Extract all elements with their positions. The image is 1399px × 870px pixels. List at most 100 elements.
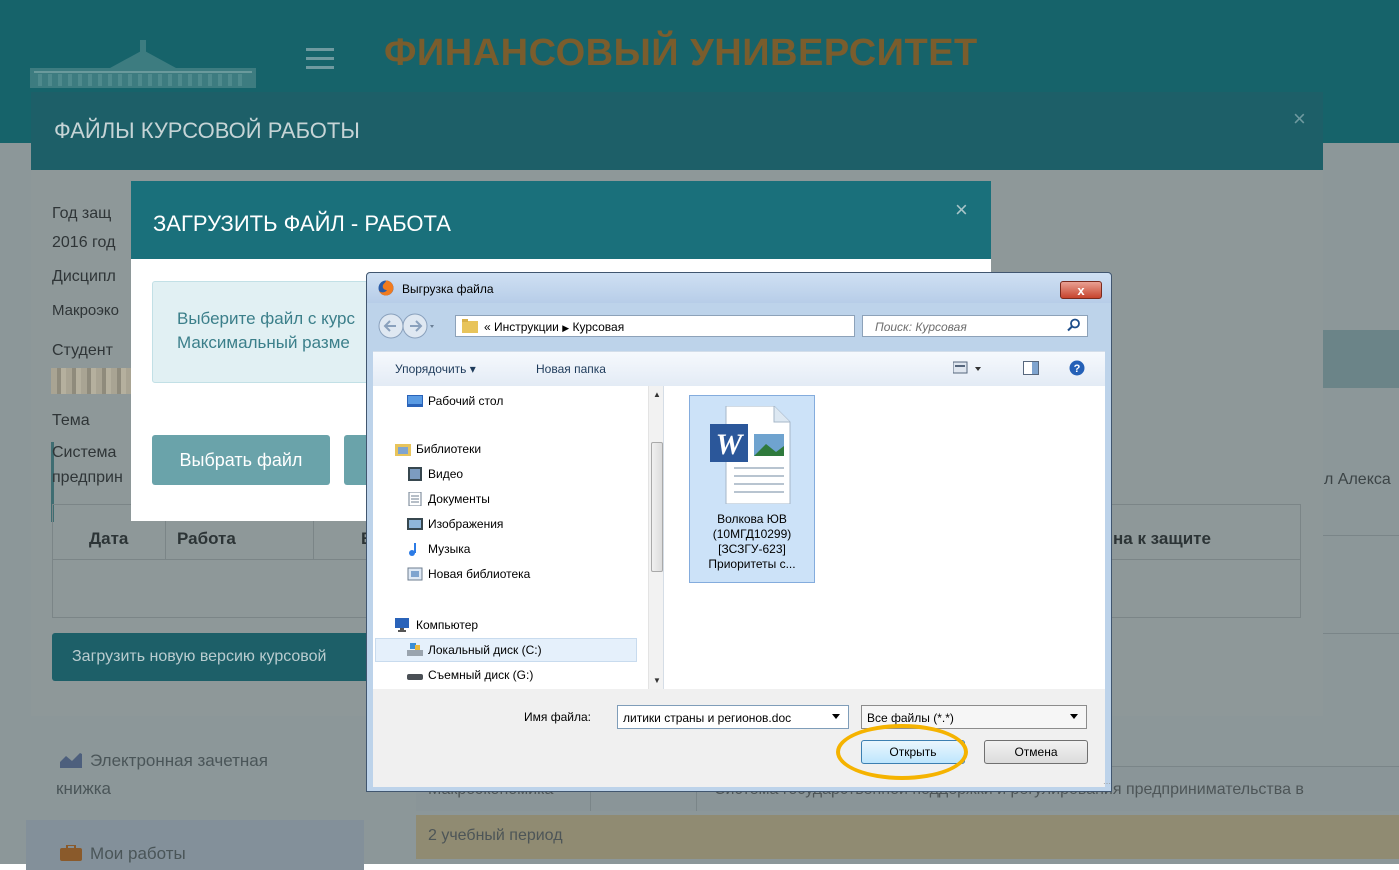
images-icon — [407, 518, 423, 530]
modal-title: ЗАГРУЗИТЬ ФАЙЛ - РАБОТА — [153, 211, 451, 236]
chevron-right-icon: ▶ — [562, 323, 570, 333]
scroll-up-icon[interactable]: ▲ — [653, 390, 661, 399]
student-label: Студент — [52, 342, 113, 359]
sidebar-item-label: книжка — [56, 779, 111, 798]
firefox-icon — [378, 280, 394, 296]
search-icon[interactable] — [1067, 318, 1081, 332]
tree-item-label: Локальный диск (C:) — [428, 643, 542, 657]
choose-file-button[interactable]: Выбрать файл — [152, 435, 330, 485]
breadcrumb-overflow[interactable]: « — [484, 320, 491, 334]
dialog-body: Рабочий стол Библиотеки Видео Документы … — [373, 386, 1105, 689]
table-cell: 2 учебный период — [428, 827, 563, 844]
tree-item-label: Съемный диск (G:) — [428, 668, 534, 682]
search-input[interactable]: Поиск: Курсовая — [862, 315, 1088, 337]
sidebar-item-label: Электронная зачетная — [90, 751, 268, 770]
scroll-down-icon[interactable]: ▼ — [653, 676, 661, 685]
dialog-footer: Имя файла: литики страны и регионов.doc … — [373, 689, 1111, 788]
help-icon[interactable]: ? — [1069, 360, 1085, 376]
back-forward-icon[interactable] — [377, 311, 435, 341]
breadcrumb-item[interactable]: Курсовая — [572, 320, 624, 334]
filename-value: литики страны и регионов.doc — [623, 711, 792, 725]
file-name-line: Приоритеты с... — [708, 557, 796, 571]
tree-item-video[interactable]: Видео — [407, 463, 463, 485]
tree-item-libraries[interactable]: Библиотеки — [395, 438, 481, 460]
dialog-titlebar[interactable]: Выгрузка файла x — [367, 273, 1111, 303]
hamburger-menu-icon[interactable] — [306, 48, 334, 70]
discipline-value: Макроэко — [52, 302, 119, 319]
folder-icon — [462, 319, 478, 333]
table-row: 2 учебный период — [416, 815, 1399, 859]
discipline-label: Дисципл — [52, 268, 116, 285]
topic-label: Тема — [52, 412, 90, 429]
file-item[interactable]: W Волкова ЮВ (10МГД10299) [ЗСЗГУ-623] Пр… — [689, 395, 815, 583]
scroll-thumb[interactable] — [651, 442, 663, 572]
modal-header: ФАЙЛЫ КУРСОВОЙ РАБОТЫ × — [31, 92, 1323, 170]
local-disk-icon — [407, 643, 423, 656]
column-header: на к защите — [1113, 529, 1211, 548]
sidebar-item-gradebook[interactable]: Электронная зачетная книжка — [26, 745, 364, 798]
address-bar[interactable]: « Инструкции ▶ Курсовая ⇆ — [455, 315, 929, 337]
highlight-annotation — [836, 724, 968, 780]
tree-item-label: Новая библиотека — [428, 567, 531, 581]
music-icon — [409, 543, 416, 556]
computer-icon — [395, 618, 409, 632]
year-value: 2016 год — [52, 234, 116, 251]
university-logo-icon — [30, 40, 256, 88]
cancel-button[interactable]: Отмена — [984, 740, 1088, 764]
upload-new-version-button[interactable]: Загрузить новую версию курсовой — [52, 633, 372, 681]
info-text: Выберите файл с курс — [177, 309, 355, 328]
column-header: Дата — [89, 529, 129, 548]
close-icon[interactable]: × — [1293, 106, 1306, 132]
tree-item-removable-disk[interactable]: Съемный диск (G:) — [407, 664, 533, 686]
topic-line: Система — [52, 444, 117, 461]
resize-grip-icon[interactable]: ⋯ — [1103, 779, 1111, 788]
documents-icon — [408, 492, 422, 506]
svg-text:?: ? — [1074, 363, 1081, 375]
filename-input[interactable]: литики страны и регионов.doc — [617, 705, 849, 729]
tree-item-label: Изображения — [428, 517, 504, 531]
year-label: Год защ — [52, 205, 112, 222]
tree-item-computer[interactable]: Компьютер — [395, 614, 478, 636]
chevron-down-icon[interactable] — [1070, 714, 1078, 719]
modal-title: ФАЙЛЫ КУРСОВОЙ РАБОТЫ — [54, 118, 360, 143]
close-icon[interactable]: × — [955, 197, 968, 223]
sidebar-item-my-works[interactable]: Мои работы — [26, 820, 364, 870]
preview-pane-icon[interactable] — [1023, 361, 1039, 375]
desktop-icon — [407, 395, 423, 407]
tree-item-music[interactable]: Музыка — [407, 538, 470, 560]
organize-button[interactable]: Упорядочить ▾ — [395, 362, 476, 376]
tree-item-label: Рабочий стол — [428, 394, 504, 408]
file-name-line: [ЗСЗГУ-623] — [718, 542, 786, 556]
tree-scrollbar[interactable]: ▲ ▼ — [648, 386, 663, 689]
tree-item-new-library[interactable]: Новая библиотека — [407, 563, 530, 585]
tree-item-local-disk[interactable]: Локальный диск (C:) — [407, 639, 542, 661]
view-options-icon[interactable] — [953, 361, 983, 375]
file-name-line: (10МГД10299) — [712, 527, 792, 541]
close-icon[interactable]: x — [1060, 281, 1102, 299]
breadcrumb-item[interactable]: Инструкции — [494, 320, 559, 334]
dialog-toolbar: Упорядочить ▾ Новая папка ? — [373, 351, 1105, 387]
chart-icon — [60, 753, 82, 768]
file-name: Волкова ЮВ (10МГД10299) [ЗСЗГУ-623] Прио… — [690, 512, 814, 572]
background-text: л Алекса — [1324, 471, 1391, 488]
sidebar-item-label: Мои работы — [90, 844, 186, 863]
tree-item-images[interactable]: Изображения — [407, 513, 503, 535]
column-header: Работа — [177, 529, 236, 548]
chevron-down-icon[interactable] — [832, 714, 840, 719]
tree-item-label: Видео — [428, 467, 464, 481]
tree-item-label: Документы — [428, 492, 490, 506]
tree-item-label: Компьютер — [416, 618, 479, 632]
new-folder-button[interactable]: Новая папка — [536, 362, 606, 376]
tree-item-desktop[interactable]: Рабочий стол — [407, 390, 503, 412]
video-icon — [408, 467, 422, 481]
student-name-redacted — [51, 368, 136, 394]
word-document-icon: W — [710, 406, 791, 504]
search-placeholder: Поиск: Курсовая — [875, 320, 967, 334]
modal-header: ЗАГРУЗИТЬ ФАЙЛ - РАБОТА × — [131, 181, 991, 259]
file-name-line: Волкова ЮВ — [717, 512, 787, 526]
breadcrumb: « Инструкции ▶ Курсовая — [484, 320, 624, 334]
navigation-pane: Рабочий стол Библиотеки Видео Документы … — [373, 386, 664, 689]
tree-item-documents[interactable]: Документы — [407, 488, 490, 510]
filename-label: Имя файла: — [524, 710, 591, 724]
briefcase-icon — [60, 845, 82, 861]
